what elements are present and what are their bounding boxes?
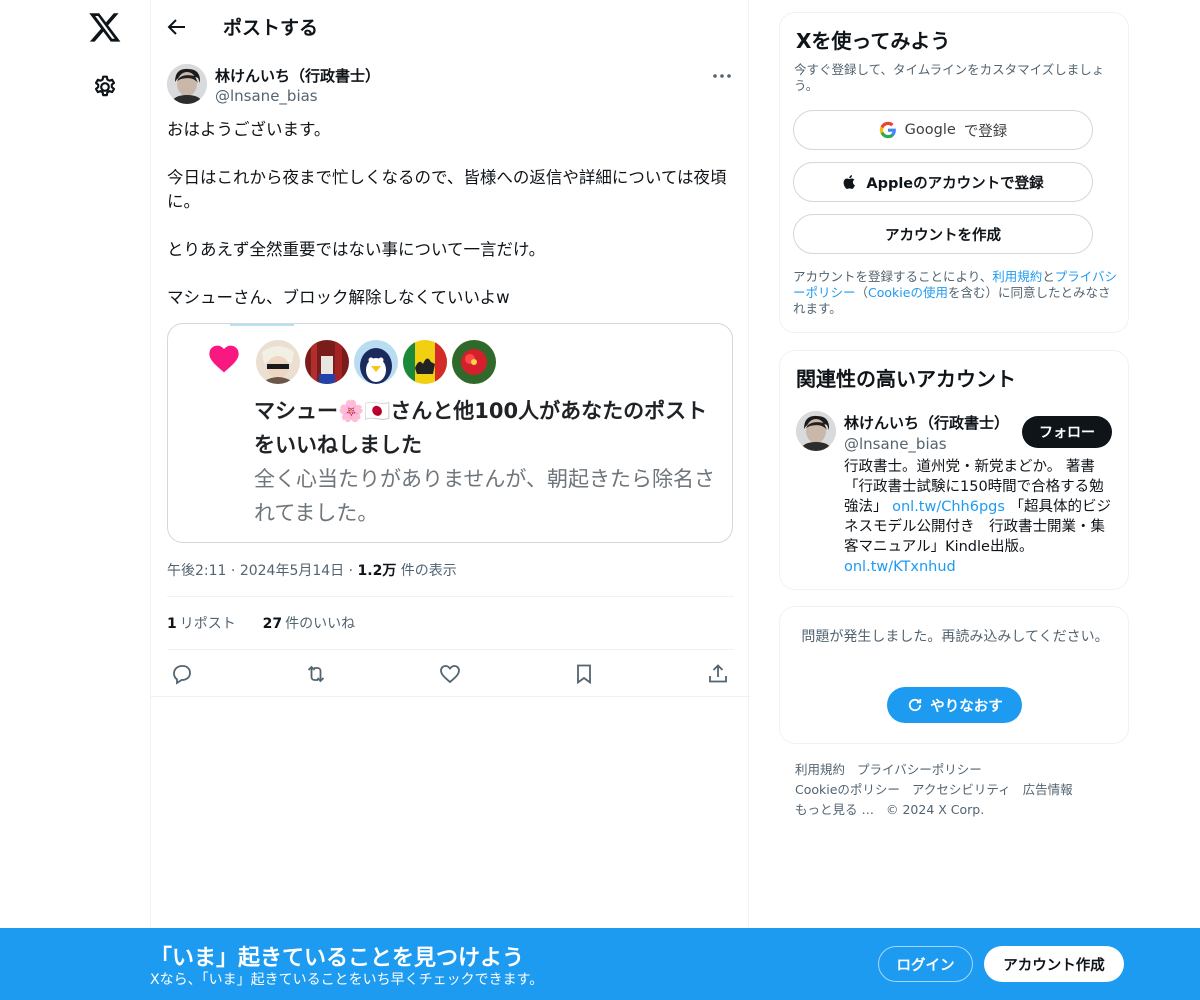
media-tab-indicator <box>230 324 294 326</box>
likes-stat[interactable]: 27 件のいいね <box>263 616 355 632</box>
footer-link[interactable]: 利用規約 <box>795 762 845 777</box>
image-caption-text: 全く心当たりがありませんが、朝起きたら除名されてました。 <box>254 467 715 525</box>
google-suffix: で登録 <box>963 123 1008 140</box>
post-text: おはようございます。 今日はこれから夜まで忙しくなるので、皆様への返信や詳細につ… <box>167 118 737 310</box>
signup-card: Xを使ってみよう 今すぐ登録して、タイムラインをカスタマイズしましょう。 Goo… <box>779 12 1129 333</box>
post-image[interactable]: マシュー🌸🇯🇵さんと他100人があなたのポストをいいねしました 全く心当たりがあ… <box>167 323 733 543</box>
google-brand: Google <box>904 122 956 138</box>
create-account-button[interactable]: アカウントを作成 <box>793 214 1093 254</box>
related-accounts-card: 関連性の高いアカウント 林けんいち（行政書士） @lnsane_bias フォロ… <box>779 350 1129 590</box>
follow-button[interactable]: フォロー <box>1022 416 1112 448</box>
meta-separator: · <box>348 563 358 579</box>
reposts-stat[interactable]: 1 リポスト <box>167 616 236 632</box>
liker-avatar <box>256 340 300 384</box>
page-header: ポストする <box>151 0 750 54</box>
page-title: ポストする <box>223 17 319 39</box>
gear-icon[interactable] <box>92 74 118 100</box>
reply-icon[interactable] <box>170 662 194 686</box>
more-icon[interactable] <box>711 66 733 86</box>
login-button[interactable]: ログイン <box>878 946 973 982</box>
repost-icon[interactable] <box>304 662 328 686</box>
retry-button[interactable]: やりなおす <box>887 687 1022 723</box>
related-card-title: 関連性の高いアカウント <box>796 367 1016 391</box>
footer-link[interactable]: 広告情報 <box>1023 782 1073 797</box>
post-paragraph: 今日はこれから夜まで忙しくなるので、皆様への返信や詳細については夜頃に。 <box>167 168 727 211</box>
apple-icon <box>843 175 856 189</box>
bio-link[interactable]: onl.tw/Chh6pgs <box>892 499 1005 515</box>
refresh-icon <box>909 698 922 712</box>
google-signup-button[interactable]: Google で登録 <box>793 110 1093 150</box>
liker-avatar <box>452 340 496 384</box>
reposts-label: リポスト <box>179 616 236 632</box>
bottom-bar-subtitle: Xなら、「いま」起きていることをいち早くチェックできます。 <box>150 972 544 988</box>
terms-link[interactable]: 利用規約 <box>992 269 1042 284</box>
legal-and: と <box>1042 269 1055 284</box>
avatar[interactable] <box>796 411 836 451</box>
related-account-bio: 行政書士。道州党・新党まどか。 著書「行政書士試験に150時間で合格する勉強法」… <box>844 457 1116 577</box>
bookmark-icon[interactable] <box>572 662 596 686</box>
divider <box>167 596 734 597</box>
avatar[interactable] <box>167 64 207 104</box>
related-account-name[interactable]: 林けんいち（行政書士） <box>844 412 1009 433</box>
post-time[interactable]: 午後2:11 <box>167 563 226 579</box>
post-meta: 午後2:11 · 2024年5月14日 · 1.2万 件の表示 <box>167 560 457 580</box>
image-notification-text: マシュー🌸🇯🇵さんと他100人があなたのポストをいいねしました <box>254 399 708 457</box>
author-handle[interactable]: @lnsane_bias <box>215 87 318 105</box>
post-paragraph: とりあえず全然重要ではない事について一言だけ。 <box>167 240 546 259</box>
error-message: 問題が発生しました。再読み込みしてください。 <box>801 629 1109 645</box>
retry-label: やりなおす <box>930 698 1003 715</box>
footer-link[interactable]: プライバシーポリシー <box>857 762 982 777</box>
footer-links: 利用規約 プライバシーポリシー Cookieのポリシー アクセシビリティ 広告情報 も… <box>795 760 1125 820</box>
legal-prefix: アカウントを登録することにより、 <box>793 269 993 284</box>
footer-link[interactable]: アクセシビリティ <box>912 782 1011 797</box>
meta-separator: · <box>230 563 240 579</box>
apple-signup-label: Appleのアカウントで登録 <box>866 175 1044 192</box>
signup-card-subtitle: 今すぐ登録して、タイムラインをカスタマイズしましょう。 <box>794 62 1105 93</box>
post-stats: 1 リポスト 27 件のいいね <box>167 613 355 633</box>
bottom-signup-bar: 「いま」起きていることを見つけよう Xなら、「いま」起きていることをいち早くチェ… <box>0 928 1200 1000</box>
main-column: ポストする 林けんいち（行政書士） @lnsane_bias おはようございます… <box>150 0 750 1000</box>
legal-open: （ <box>855 285 869 300</box>
post-date[interactable]: 2024年5月14日 <box>240 563 344 579</box>
x-logo-icon[interactable] <box>88 10 122 44</box>
bottom-bar-title: 「いま」起きていることを見つけよう <box>150 946 525 971</box>
heart-icon <box>209 345 239 373</box>
views-label: 件の表示 <box>400 563 457 579</box>
back-arrow-icon[interactable] <box>165 15 189 39</box>
error-card: 問題が発生しました。再読み込みしてください。 やりなおす <box>779 606 1129 744</box>
signup-legal-text: アカウントを登録することにより、利用規約とプライバシーポリシー（Cookieの使… <box>793 269 1119 317</box>
liker-avatar <box>305 340 349 384</box>
footer-link[interactable]: Cookieのポリシー <box>795 782 900 797</box>
left-nav <box>0 0 150 1000</box>
footer-link[interactable]: もっと見る … <box>795 802 874 817</box>
action-bar <box>151 650 750 697</box>
like-icon[interactable] <box>438 662 462 686</box>
share-icon[interactable] <box>706 662 730 686</box>
signup-card-title: Xを使ってみよう <box>796 29 951 53</box>
copyright: © 2024 X Corp. <box>885 802 985 817</box>
signup-button[interactable]: アカウント作成 <box>984 946 1124 982</box>
likes-label: 件のいいね <box>285 616 356 632</box>
create-account-label: アカウントを作成 <box>885 227 1001 244</box>
reposts-count: 1 <box>167 616 177 632</box>
liker-avatars <box>256 340 496 386</box>
google-icon <box>879 121 896 139</box>
related-account-handle[interactable]: @lnsane_bias <box>844 435 947 453</box>
liker-avatar <box>403 340 447 384</box>
bio-link[interactable]: onl.tw/KTxnhud <box>844 559 956 575</box>
likes-count: 27 <box>262 616 283 632</box>
apple-signup-button[interactable]: Appleのアカウントで登録 <box>793 162 1093 202</box>
liker-avatar <box>354 340 398 384</box>
author-name[interactable]: 林けんいち（行政書士） <box>215 65 380 86</box>
post-paragraph: おはようございます。 <box>167 120 331 139</box>
cookie-link[interactable]: Cookieの使用 <box>868 285 948 300</box>
post-paragraph: マシューさん、ブロック解除しなくていいよw <box>167 288 510 307</box>
views-count: 1.2万 <box>357 563 397 579</box>
